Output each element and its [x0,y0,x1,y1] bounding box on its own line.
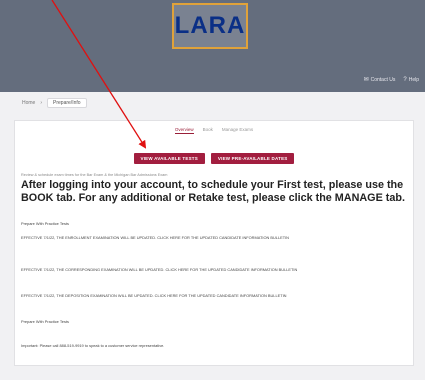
lara-logo[interactable]: LARA [172,3,248,49]
help-icon: ? [403,76,407,83]
tab-overview[interactable]: Overview [174,127,194,134]
mail-icon: ✉ [363,77,369,83]
deposition-update-notice[interactable]: EFFECTIVE 7/1/22, THE DEPOSITION EXAMINA… [21,293,409,298]
contact-us-label: Contact Us [370,76,396,83]
enrollment-update-notice[interactable]: EFFECTIVE 7/1/22, THE ENROLLMENT EXAMINA… [21,235,409,240]
view-available-tests-button[interactable]: VIEW AVAILABLE TESTS [133,153,205,164]
tab-manage-exams[interactable]: Manage Exams [222,127,253,134]
contact-us-link[interactable]: ✉ Contact Us [363,76,396,84]
view-pre-available-dates-button[interactable]: VIEW PRE-AVAILABLE DATES [210,153,295,164]
tab-book[interactable]: Book [203,127,213,134]
practice-tests-link[interactable]: Prepare With Practice Tests [21,221,409,226]
small-note: Review & schedule exam times for the Bar… [21,173,168,177]
action-buttons: VIEW AVAILABLE TESTS VIEW PRE-AVAILABLE … [15,153,413,164]
breadcrumb-current[interactable]: Prepare/Info [47,98,87,108]
help-label: Help [408,76,419,83]
customer-service-notice: Important: Please call 888-519-9919 to s… [21,343,165,348]
schedule-instructions-heading: After logging into your account, to sche… [21,179,405,204]
content-card: Overview Book Manage Exams VIEW AVAILABL… [14,120,414,366]
breadcrumb-separator: › [40,100,43,106]
breadcrumb-home[interactable]: Home [22,100,35,106]
corresponding-update-notice[interactable]: EFFECTIVE 7/1/22, THE CORRESPONDING EXAM… [21,267,409,272]
header-links: ✉ Contact Us ? Help [363,76,419,84]
help-link[interactable]: ? Help [403,76,419,83]
tab-bar: Overview Book Manage Exams [15,127,413,134]
breadcrumb: Home › Prepare/Info [22,98,87,108]
practice-tests-link-2[interactable]: Prepare With Practice Tests [21,319,409,324]
site-header: LARA ✉ Contact Us ? Help [0,0,425,92]
